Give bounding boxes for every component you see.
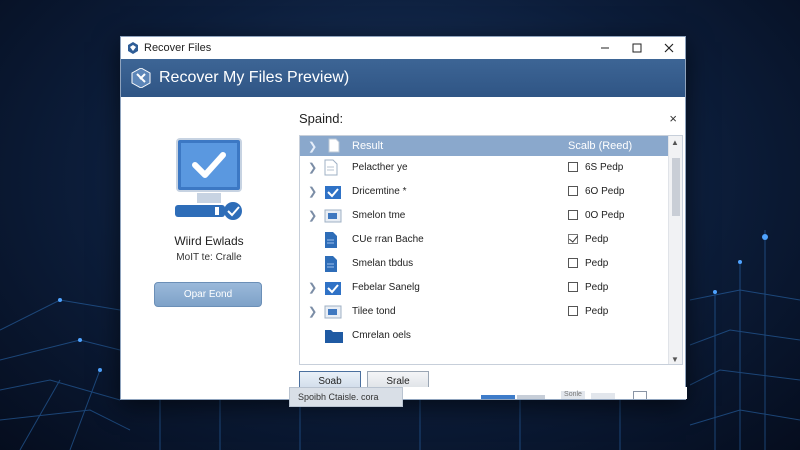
file-list: ❯ Result Scalb (Reed) ❯ Pelacther ye 6S Pe… [299, 135, 683, 365]
window-title: Recover Files [144, 42, 212, 54]
pane-heading: Spaind: [299, 111, 344, 126]
file-name: Febelar Sanelg [352, 282, 420, 293]
file-size: Pedp [585, 282, 609, 293]
maximize-button[interactable] [621, 37, 653, 59]
banner-title: Recover My Files Preview) [159, 69, 350, 86]
minimize-button[interactable] [589, 37, 621, 59]
title-bar: Recover Files [121, 37, 685, 59]
file-name: Pelacther ye [352, 162, 408, 173]
right-pane: Spaind: × ❯ Result Scalb (Reed) ❯ Pelacth… [297, 99, 687, 399]
file-row[interactable]: ❯ Pelacther ye 6S Pedp [300, 156, 682, 180]
file-size: 0O Pedp [585, 210, 625, 221]
file-size: Pedp [585, 234, 609, 245]
file-name: Smelon tme [352, 210, 406, 221]
computer-check-icon [175, 138, 242, 220]
status-end-box [633, 391, 647, 399]
minimize-icon [601, 47, 609, 49]
close-icon [664, 43, 674, 53]
status-segment [591, 393, 615, 399]
file-name: Cmrelan oels [352, 330, 411, 341]
file-row[interactable]: ❯ Febelar Sanelg Pedp [300, 276, 682, 300]
app-banner-logo-icon [131, 68, 151, 88]
scroll-down-icon[interactable]: ▼ [671, 355, 679, 364]
chevron-right-icon[interactable]: ❯ [308, 305, 317, 318]
file-checkbox[interactable] [568, 282, 578, 292]
blue-document-icon [324, 231, 338, 252]
blue-document-icon [324, 255, 338, 276]
file-row[interactable]: ❯ Dricemtine * 6O Pedp [300, 180, 682, 204]
open-button[interactable]: Opar Eond [154, 282, 262, 307]
file-name: Smelan tbdus [352, 258, 414, 269]
document-icon [328, 138, 340, 153]
file-checkbox[interactable] [568, 162, 578, 172]
image-file-icon [324, 207, 342, 227]
drive-title: Wiird Ewlads [174, 234, 244, 248]
vertical-scrollbar[interactable]: ▲ ▼ [668, 136, 682, 364]
drive-subtitle: MoIT te: Cralle [176, 252, 242, 263]
maximize-icon [632, 43, 642, 53]
pane-close-button[interactable]: × [669, 111, 677, 126]
status-item: Sonle [561, 391, 585, 399]
checked-folder-icon [324, 183, 342, 203]
file-name: CUe rran Bache [352, 234, 424, 245]
file-row[interactable]: Cmrelan oels [300, 324, 682, 348]
app-logo-icon [128, 42, 138, 54]
file-checkbox[interactable] [568, 234, 578, 244]
chevron-right-icon[interactable]: ❯ [308, 209, 317, 222]
file-row[interactable]: ❯ Smelon tme 0O Pedp [300, 204, 682, 228]
file-checkbox[interactable] [568, 306, 578, 316]
image-file-icon [324, 303, 342, 323]
file-row[interactable]: Smelan tbdus Pedp [300, 252, 682, 276]
file-size: 6O Pedp [585, 186, 625, 197]
recover-files-window: Recover Files Recover My Files Preview) [120, 36, 687, 407]
close-window-button[interactable] [653, 37, 685, 59]
chevron-right-icon[interactable]: ❯ [308, 185, 317, 198]
status-bar: Spoibh Ctaisle. cora Sonle [121, 387, 687, 407]
file-size: Pedp [585, 258, 609, 269]
folder-icon [324, 327, 344, 347]
file-checkbox[interactable] [568, 210, 578, 220]
list-header[interactable]: ❯ Result Scalb (Reed) [300, 136, 682, 156]
status-progress-indicator [481, 395, 515, 399]
column-result: Result [352, 140, 384, 152]
chevron-right-icon: ❯ [308, 140, 318, 153]
file-checkbox[interactable] [568, 186, 578, 196]
scroll-thumb[interactable] [672, 158, 680, 216]
column-size: Scalb (Reed) [568, 140, 633, 152]
status-segment [517, 395, 545, 399]
file-checkbox[interactable] [568, 258, 578, 268]
file-row[interactable]: ❯ Tilee tond Pedp [300, 300, 682, 324]
checked-folder-icon [324, 279, 342, 299]
file-name: Tilee tond [352, 306, 396, 317]
status-tab[interactable]: Spoibh Ctaisle. cora [289, 387, 403, 407]
chevron-right-icon[interactable]: ❯ [308, 281, 317, 294]
left-pane: Wiird Ewlads MoIT te: Cralle Opar Eond [121, 99, 297, 399]
document-icon [324, 159, 338, 179]
file-size: 6S Pedp [585, 162, 624, 173]
file-size: Pedp [585, 306, 609, 317]
file-name: Dricemtine * [352, 186, 407, 197]
scroll-up-icon[interactable]: ▲ [671, 138, 679, 147]
app-banner: Recover My Files Preview) [121, 59, 685, 97]
file-row[interactable]: CUe rran Bache Pedp [300, 228, 682, 252]
chevron-right-icon[interactable]: ❯ [308, 161, 317, 174]
